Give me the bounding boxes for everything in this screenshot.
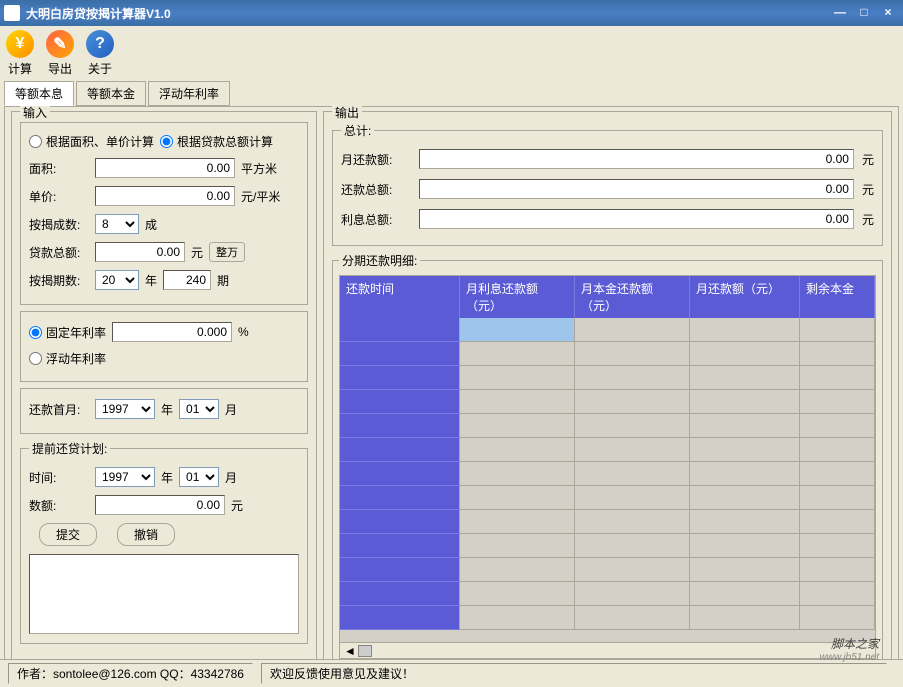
table-row[interactable]	[340, 366, 875, 390]
maximize-button[interactable]: □	[853, 5, 875, 21]
title-bar: 大明白房贷按揭计算器V1.0 — □ ×	[0, 0, 903, 26]
status-welcome: 欢迎反馈使用意见及建议！	[261, 663, 887, 684]
radio-float-rate[interactable]: 浮动年利率	[29, 350, 106, 367]
horizontal-scrollbar[interactable]: ◄	[340, 642, 875, 658]
area-input[interactable]	[95, 158, 235, 178]
input-panel: 输入 根据面积、单价计算 根据贷款总额计算 面积:平方米 单价:元/平米 按揭成…	[11, 111, 317, 681]
table-row[interactable]	[340, 318, 875, 342]
table-row[interactable]	[340, 534, 875, 558]
scroll-left-icon[interactable]: ◄	[344, 644, 356, 658]
table-row[interactable]	[340, 438, 875, 462]
radio-by-area[interactable]: 根据面积、单价计算	[29, 133, 154, 150]
status-bar: 作者：sontolee@126.com QQ：43342786 欢迎反馈使用意见…	[0, 659, 903, 687]
radio-fixed-rate[interactable]: 固定年利率	[29, 324, 106, 341]
prepay-month-select[interactable]: 01	[179, 467, 219, 487]
grid-body	[340, 318, 875, 642]
interest-output	[419, 209, 854, 229]
ratio-select[interactable]: 8	[95, 214, 139, 234]
tab-strip: 等额本息 等额本金 浮动年利率	[0, 81, 903, 106]
rate-input[interactable]	[112, 322, 232, 342]
table-row[interactable]	[340, 414, 875, 438]
window-title: 大明白房贷按揭计算器V1.0	[26, 5, 827, 22]
app-icon	[4, 5, 20, 21]
total-output	[419, 179, 854, 199]
table-row[interactable]	[340, 558, 875, 582]
detail-group: 分期还款明细: 还款时间 月利息还款额（元） 月本金还款额（元） 月还款额（元）…	[332, 252, 883, 666]
question-icon: ?	[86, 30, 114, 58]
tab-float-rate[interactable]: 浮动年利率	[148, 81, 230, 106]
submit-button[interactable]: 提交	[39, 523, 97, 546]
tab-equal-installment[interactable]: 等额本息	[4, 81, 74, 106]
prepay-group: 提前还贷计划: 时间:1997年01月 数额:元 提交撤销	[20, 440, 308, 644]
firstpay-month-select[interactable]: 01	[179, 399, 219, 419]
table-row[interactable]	[340, 390, 875, 414]
prepay-amount-input[interactable]	[95, 495, 225, 515]
table-row[interactable]	[340, 342, 875, 366]
minimize-button[interactable]: —	[829, 5, 851, 21]
table-row[interactable]	[340, 606, 875, 630]
prepay-log[interactable]	[29, 554, 299, 634]
round-wan-button[interactable]: 整万	[209, 242, 245, 262]
months-input[interactable]	[163, 270, 211, 290]
rate-group: 固定年利率% 浮动年利率	[20, 311, 308, 382]
export-icon: ✎	[46, 30, 74, 58]
calc-button[interactable]: ¥ 计算	[6, 30, 34, 77]
tab-equal-principal[interactable]: 等额本金	[76, 81, 146, 106]
monthly-output	[419, 149, 854, 169]
calc-mode-group: 根据面积、单价计算 根据贷款总额计算 面积:平方米 单价:元/平米 按揭成数:8…	[20, 122, 308, 305]
prepay-year-select[interactable]: 1997	[95, 467, 155, 487]
yen-icon: ¥	[6, 30, 34, 58]
scroll-thumb[interactable]	[358, 645, 372, 657]
export-button[interactable]: ✎ 导出	[46, 30, 74, 77]
toolbar: ¥ 计算 ✎ 导出 ? 关于	[0, 26, 903, 82]
firstpay-group: 还款首月:1997年01月	[20, 388, 308, 434]
loan-input[interactable]	[95, 242, 185, 262]
output-panel: 输出 总计: 月还款额:元 还款总额:元 利息总额:元 分期还款明细: 还款时间…	[323, 111, 892, 681]
about-button[interactable]: ? 关于	[86, 30, 114, 77]
grid-header: 还款时间 月利息还款额（元） 月本金还款额（元） 月还款额（元） 剩余本金	[340, 276, 875, 318]
status-author: 作者：sontolee@126.com QQ：43342786	[8, 663, 253, 684]
years-select[interactable]: 20	[95, 270, 139, 290]
table-row[interactable]	[340, 582, 875, 606]
cancel-button[interactable]: 撤销	[117, 523, 175, 546]
price-input[interactable]	[95, 186, 235, 206]
detail-grid[interactable]: 还款时间 月利息还款额（元） 月本金还款额（元） 月还款额（元） 剩余本金 ◄	[339, 275, 876, 659]
summary-group: 总计: 月还款额:元 还款总额:元 利息总额:元	[332, 122, 883, 246]
radio-by-total[interactable]: 根据贷款总额计算	[160, 133, 273, 150]
firstpay-year-select[interactable]: 1997	[95, 399, 155, 419]
close-button[interactable]: ×	[877, 5, 899, 21]
table-row[interactable]	[340, 486, 875, 510]
table-row[interactable]	[340, 510, 875, 534]
table-row[interactable]	[340, 462, 875, 486]
